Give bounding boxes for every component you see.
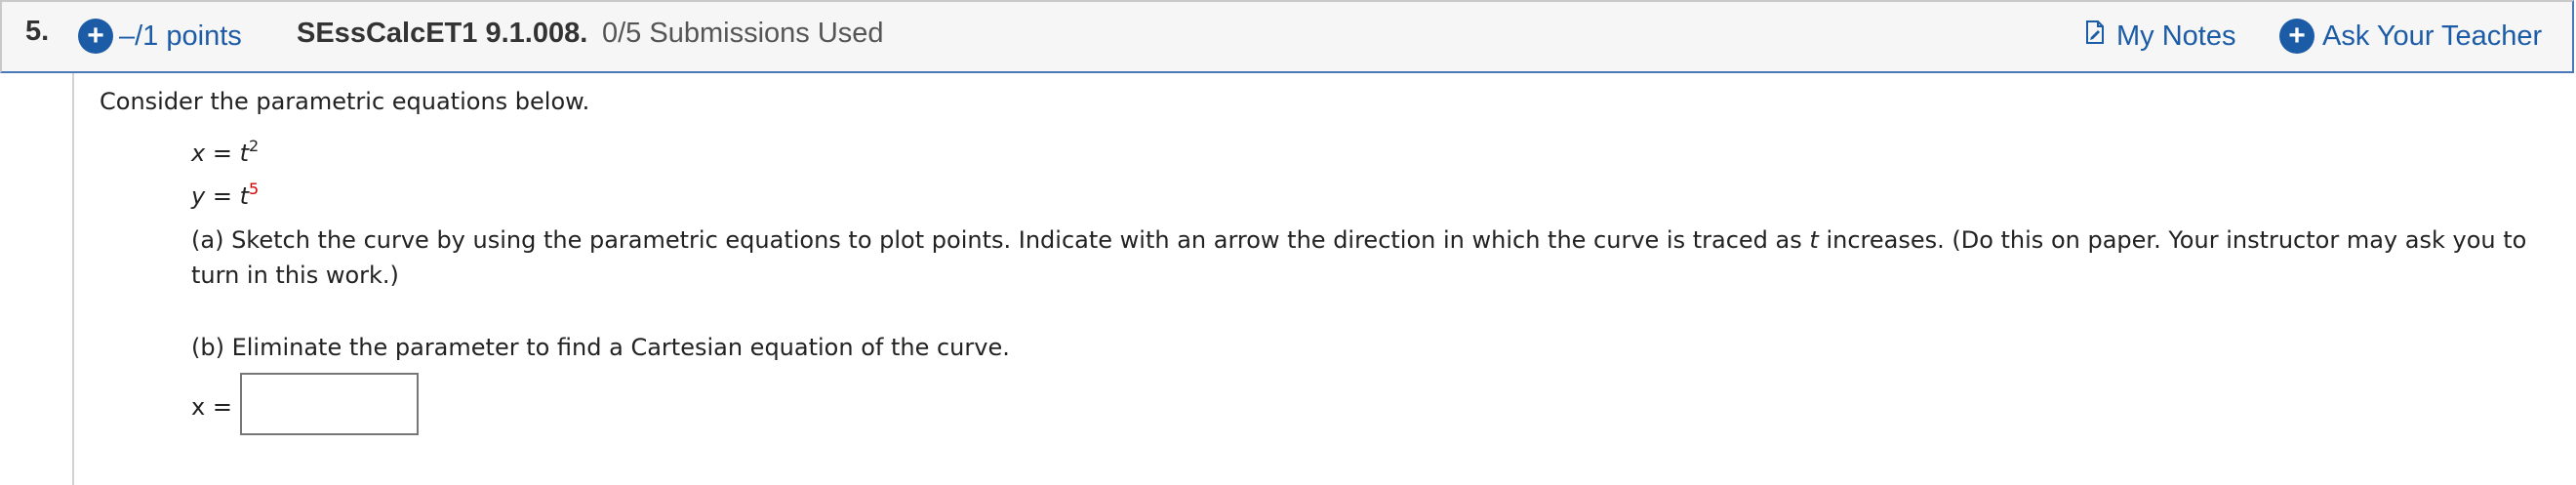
equation-var: t xyxy=(239,182,250,210)
equation-lhs: y xyxy=(191,182,206,210)
my-notes-label: My Notes xyxy=(2116,20,2236,52)
equation-exponent: 2 xyxy=(249,137,260,155)
answer-input[interactable] xyxy=(240,373,419,435)
points-link[interactable]: + –/1 points xyxy=(78,16,242,57)
part-b-text: (b) Eliminate the parameter to find a Ca… xyxy=(191,334,1010,361)
left-divider xyxy=(72,73,74,485)
problem-code: SEssCalcET1 9.1.008. xyxy=(297,18,588,49)
question-number: 5. xyxy=(25,16,50,47)
equation-var: t xyxy=(239,140,250,167)
equation-x: x = t2 xyxy=(191,137,259,167)
question-header: 5. + –/1 points SEssCalcET1 9.1.008. 0/5… xyxy=(0,0,2574,73)
question-panel: 5. + –/1 points SEssCalcET1 9.1.008. 0/5… xyxy=(0,0,2576,485)
plus-circle-icon: + xyxy=(2279,19,2314,54)
ask-teacher-link[interactable]: + Ask Your Teacher xyxy=(2279,16,2542,57)
part-a-text: (a) Sketch the curve by using the parame… xyxy=(191,222,2553,293)
points-label: –/1 points xyxy=(119,20,242,52)
question-intro: Consider the parametric equations below. xyxy=(100,88,590,115)
note-icon xyxy=(2083,20,2107,53)
equation-y: y = t5 xyxy=(191,180,259,210)
equation-equals: = xyxy=(212,182,232,210)
my-notes-link[interactable]: My Notes xyxy=(2083,16,2235,57)
randomized-exponent: 5 xyxy=(249,180,260,198)
answer-label: x = xyxy=(191,393,232,421)
equation-equals: = xyxy=(212,140,232,167)
submissions-status: 0/5 Submissions Used xyxy=(602,18,884,49)
ask-teacher-label: Ask Your Teacher xyxy=(2322,20,2543,52)
part-a-prefix: (a) Sketch the curve by using the parame… xyxy=(191,226,1810,254)
plus-circle-icon: + xyxy=(78,19,113,54)
part-a-variable: t xyxy=(1809,226,1819,254)
equation-lhs: x xyxy=(191,140,206,167)
